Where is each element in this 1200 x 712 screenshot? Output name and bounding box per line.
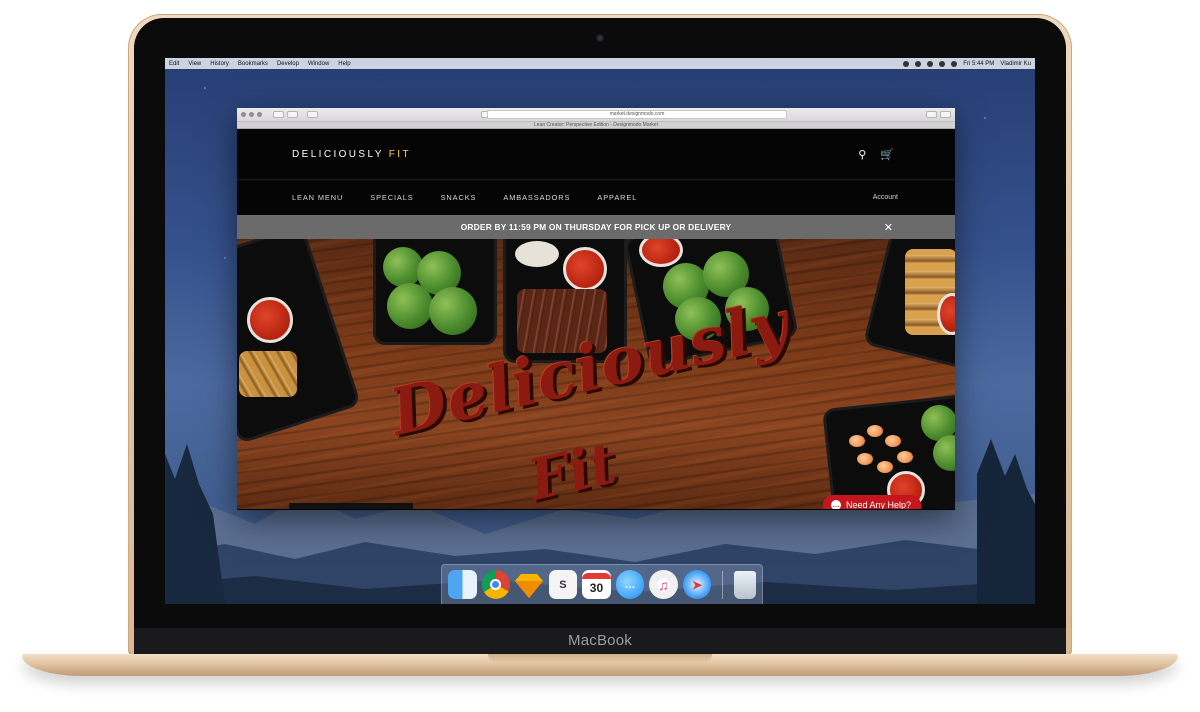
announcement-text: ORDER BY 11:59 PM ON THURSDAY FOR PICK U… [460, 222, 732, 232]
chat-icon: … [830, 500, 841, 509]
search-icon[interactable]: ⚲ [858, 148, 866, 161]
menu-bookmarks[interactable]: Bookmarks [238, 61, 268, 67]
menu-history[interactable]: History [210, 61, 229, 67]
sidebar-toggle-button[interactable] [307, 111, 318, 118]
menu-view[interactable]: View [188, 61, 201, 67]
tabs-overview-button[interactable] [940, 111, 951, 118]
nav-specials[interactable]: SPECIALS [370, 193, 413, 202]
chicken-portion [239, 351, 297, 397]
close-window-icon[interactable] [241, 112, 246, 117]
nav-snacks[interactable]: SNACKS [441, 193, 477, 202]
site-logo[interactable]: DELICIOUSLY FIT [292, 149, 411, 160]
sauce-cup [563, 247, 607, 291]
status-app-icon[interactable] [903, 60, 910, 67]
wifi-icon[interactable] [939, 60, 946, 67]
safari-icon[interactable]: ➤ [682, 570, 712, 599]
slack-icon[interactable]: S [548, 570, 578, 599]
hero-dark-tab [289, 503, 413, 509]
need-help-button[interactable]: … Need Any Help? [822, 495, 921, 509]
menu-develop[interactable]: Develop [277, 61, 299, 67]
finder-icon[interactable] [448, 570, 477, 599]
dock: S 30 … ♫ ➤ [441, 564, 763, 604]
desktop-screen: Edit View History Bookmarks Develop Wind… [165, 58, 1035, 604]
menu-edit[interactable]: Edit [169, 61, 179, 67]
nav-lean-menu[interactable]: LEAN MENU [292, 193, 343, 202]
cart-icon[interactable]: 🛒 [880, 148, 894, 161]
account-link[interactable]: Account [873, 194, 898, 201]
status-sync-icon[interactable] [915, 60, 922, 67]
laptop-notch [488, 654, 712, 662]
itunes-icon[interactable]: ♫ [649, 570, 678, 599]
menubar-status-area: Fri 5:44 PM Vladimir Ku [903, 60, 1031, 67]
chrome-center [490, 579, 502, 590]
chrome-icon[interactable] [481, 570, 511, 599]
hero-brand-script-fit: Fit [522, 430, 623, 509]
browser-tab[interactable]: Lean Creator: Perspective Edition - Desi… [237, 121, 955, 129]
address-bar[interactable]: market.designmodo.com [487, 110, 787, 119]
site-header: DELICIOUSLY FIT ⚲ 🛒 [237, 129, 955, 179]
header-icons: ⚲ 🛒 [858, 148, 894, 161]
browser-toolbar: market.designmodo.com [237, 108, 955, 121]
main-nav: LEAN MENU SPECIALS SNACKS AMBASSADORS AP… [237, 179, 955, 215]
browser-window: market.designmodo.com Lean Creator: Pers… [237, 108, 955, 510]
help-button-label: Need Any Help? [845, 500, 911, 509]
shrimp [849, 435, 865, 447]
logo-text: DELICIOUSLY [292, 148, 389, 160]
announcement-bar: ORDER BY 11:59 PM ON THURSDAY FOR PICK U… [237, 215, 955, 239]
close-icon[interactable]: ✕ [884, 221, 893, 234]
shrimp [885, 435, 901, 447]
device-label: MacBook [568, 632, 632, 649]
forward-button[interactable] [287, 111, 298, 118]
broccoli [387, 283, 433, 329]
dock-separator [722, 570, 724, 599]
trash-icon[interactable] [734, 570, 757, 599]
nav-apparel[interactable]: APPAREL [597, 193, 637, 202]
rice-portion [515, 241, 559, 267]
calendar-icon[interactable]: 30 [582, 570, 611, 599]
meal-tray [237, 239, 362, 445]
hero-banner: Deliciously Fit … Need Any Help? [237, 239, 955, 509]
menu-help[interactable]: Help [338, 61, 350, 67]
camera-icon [596, 34, 604, 42]
sauce-cup [247, 297, 293, 343]
messages-icon[interactable]: … [615, 570, 645, 599]
nav-ambassadors[interactable]: AMBASSADORS [503, 193, 570, 202]
shrimp [897, 451, 913, 463]
menubar-clock[interactable]: Fri 5:44 PM [963, 61, 994, 67]
shrimp [857, 453, 873, 465]
new-tab-button[interactable] [926, 111, 937, 118]
minimize-window-icon[interactable] [249, 112, 254, 117]
calendar-day: 30 [589, 580, 604, 595]
status-dropbox-icon[interactable] [927, 60, 934, 67]
sketch-diamond [515, 573, 544, 598]
sketch-icon[interactable] [515, 570, 544, 599]
menu-window[interactable]: Window [308, 61, 329, 67]
broccoli [429, 287, 477, 335]
menubar-user[interactable]: Vladimir Ku [1000, 61, 1031, 67]
shrimp [867, 425, 883, 437]
back-button[interactable] [273, 111, 284, 118]
logo-accent-text: FIT [388, 148, 411, 160]
menu-bar: Edit View History Bookmarks Develop Wind… [165, 58, 1035, 69]
shrimp [877, 461, 893, 473]
zoom-window-icon[interactable] [257, 112, 262, 117]
battery-icon[interactable] [951, 60, 958, 67]
